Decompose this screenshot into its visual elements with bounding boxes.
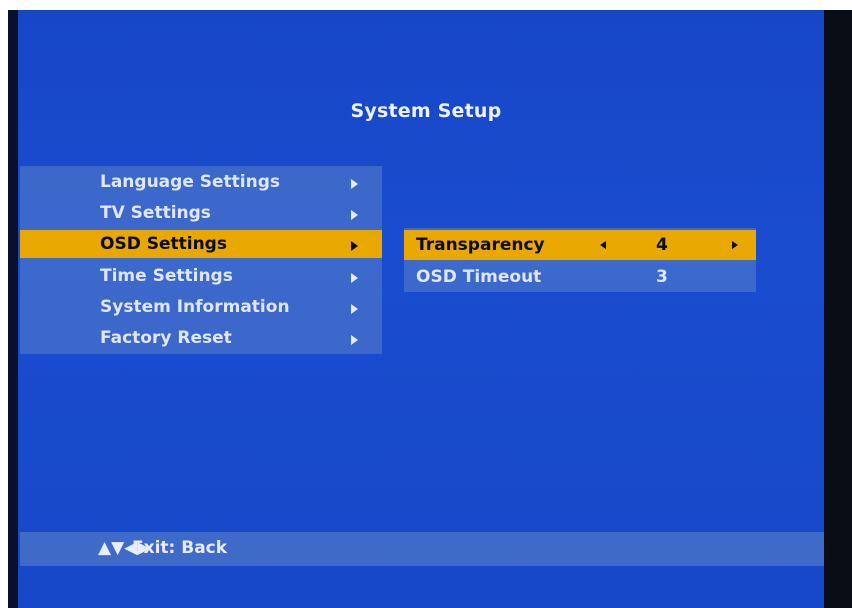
help-text: Exit: Back: [132, 538, 228, 558]
menu-item-label: OSD Settings: [100, 234, 227, 254]
menu-item-label: Factory Reset: [100, 328, 232, 348]
chevron-right-icon: [351, 335, 358, 345]
chevron-right-icon: [351, 241, 358, 251]
setting-row-transparency[interactable]: Transparency 4: [404, 230, 756, 260]
page-title: System Setup: [350, 100, 502, 122]
setting-row-osd-timeout[interactable]: OSD Timeout 3: [404, 262, 756, 292]
chevron-right-icon[interactable]: [732, 241, 738, 249]
osd-submenu: Transparency 4 OSD Timeout 3: [404, 228, 756, 292]
menu-item-label: TV Settings: [100, 203, 211, 223]
menu-item-label: System Information: [100, 297, 290, 317]
chevron-right-icon: [351, 210, 358, 220]
chevron-right-icon: [351, 304, 358, 314]
menu-item-label: Time Settings: [100, 266, 233, 286]
setting-value: 3: [656, 267, 668, 287]
main-menu: Language Settings TV Settings OSD Settin…: [20, 166, 382, 354]
setting-label: OSD Timeout: [416, 267, 542, 287]
setting-value: 4: [656, 235, 668, 255]
chevron-right-icon: [351, 179, 358, 189]
menu-item-factory-reset[interactable]: Factory Reset: [20, 324, 382, 352]
tv-frame: System Setup Language Settings TV Settin…: [0, 0, 852, 608]
menu-item-time-settings[interactable]: Time Settings: [20, 262, 382, 290]
chevron-right-icon: [351, 273, 358, 283]
menu-item-language-settings[interactable]: Language Settings: [20, 168, 382, 196]
menu-item-osd-settings[interactable]: OSD Settings: [20, 230, 382, 258]
help-bar: ▲▼◀▶ Exit: Back: [20, 532, 824, 566]
setting-label: Transparency: [416, 235, 545, 255]
menu-item-tv-settings[interactable]: TV Settings: [20, 199, 382, 227]
menu-item-label: Language Settings: [100, 172, 281, 192]
menu-item-system-information[interactable]: System Information: [20, 293, 382, 321]
chevron-left-icon[interactable]: [600, 241, 606, 249]
